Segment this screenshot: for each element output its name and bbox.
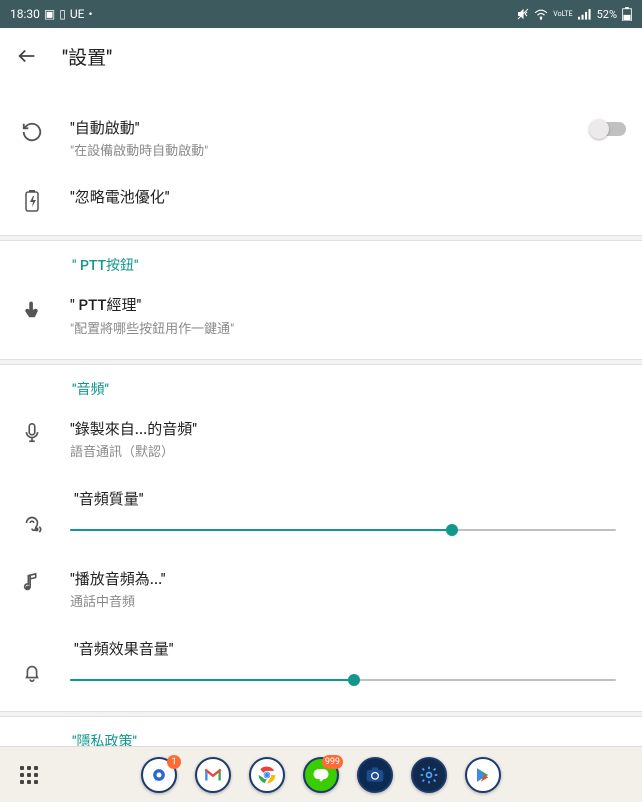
battery-title: "忽略電池優化" — [70, 187, 626, 207]
audio-header-label: "音頻" — [72, 382, 109, 398]
volte-icon: VoLTE — [553, 11, 572, 18]
status-bar: 18:30 ▣ ▯ UE • VoLTE 52% — [0, 0, 642, 28]
row-record[interactable]: "錄製來自...的音頻" 語音通訊（默認） — [0, 405, 642, 474]
dock: 1 999 — [0, 746, 642, 802]
dock-app-play[interactable] — [465, 757, 501, 793]
mute-icon — [517, 8, 529, 20]
notif-dot-icon: • — [88, 7, 92, 21]
play-as-title: "播放音頻為..." — [70, 569, 626, 589]
restart-icon — [20, 120, 44, 144]
wifi-icon — [534, 8, 548, 20]
dock-app-chat[interactable]: 1 — [141, 757, 177, 793]
row-battery[interactable]: "忽略電池優化" — [0, 173, 642, 227]
row-fx-volume[interactable]: "音頻效果音量" — [0, 624, 642, 697]
notif-icon-doc: ▯ — [59, 7, 66, 21]
autostart-switch[interactable] — [592, 122, 626, 136]
dock-app-camera[interactable] — [357, 757, 393, 793]
fx-volume-title: "音頻效果音量" — [74, 638, 616, 659]
ptt-manager-title: " PTT經理" — [70, 295, 626, 315]
page-title: "設置" — [62, 43, 112, 70]
mic-icon — [20, 421, 44, 445]
status-carrier: UE — [70, 7, 85, 21]
back-button[interactable] — [16, 45, 38, 67]
ptt-manager-subtitle: "配置將哪些按鈕用作一鍵通" — [70, 318, 626, 337]
dock-app-settings[interactable] — [411, 757, 447, 793]
fx-volume-slider[interactable] — [70, 679, 616, 681]
dock-app-chat-badge: 1 — [167, 755, 181, 769]
battery-icon — [622, 7, 632, 21]
autostart-title: "自動啟動" — [70, 118, 566, 138]
record-subtitle: 語音通訊（默認） — [70, 441, 626, 460]
section-header-privacy: "隱私政策" — [0, 717, 642, 746]
dock-app-line[interactable]: 999 — [303, 757, 339, 793]
battery-percent: 52% — [597, 8, 617, 21]
ear-icon — [20, 511, 44, 535]
notif-icon-photo: ▣ — [44, 7, 55, 21]
row-autostart[interactable]: "自動啟動" "在設備啟動時自動啟動" — [0, 104, 642, 173]
note-icon — [20, 571, 44, 595]
row-ptt-manager[interactable]: " PTT經理" "配置將哪些按鈕用作一鍵通" — [0, 281, 642, 350]
dock-app-gmail[interactable] — [195, 757, 231, 793]
dock-app-chrome[interactable] — [249, 757, 285, 793]
settings-content: "自動啟動" "在設備啟動時自動啟動" "忽略電池優化" " PTT按鈕" — [0, 84, 642, 746]
section-header-audio: "音頻" — [0, 365, 642, 405]
row-quality[interactable]: "音頻質量" — [0, 474, 642, 547]
bell-icon — [20, 661, 44, 685]
quality-title: "音頻質量" — [74, 488, 616, 509]
autostart-subtitle: "在設備啟動時自動啟動" — [70, 140, 566, 159]
touch-icon — [20, 297, 44, 321]
play-as-subtitle: 通話中音頻 — [70, 591, 626, 610]
battery-charge-icon — [20, 189, 44, 213]
quality-slider[interactable] — [70, 529, 616, 531]
dock-app-line-badge: 999 — [322, 755, 343, 769]
record-title: "錄製來自...的音頻" — [70, 419, 626, 439]
app-bar: "設置" — [0, 28, 642, 84]
signal-icon — [578, 8, 592, 20]
privacy-header-label: "隱私政策" — [72, 734, 137, 746]
row-play-as[interactable]: "播放音頻為..." 通話中音頻 — [0, 547, 642, 624]
section-header-ptt: " PTT按鈕" — [0, 241, 642, 281]
app-drawer-button[interactable] — [20, 766, 38, 784]
ptt-header-label: " PTT按鈕" — [72, 258, 139, 274]
status-time: 18:30 — [10, 7, 40, 21]
